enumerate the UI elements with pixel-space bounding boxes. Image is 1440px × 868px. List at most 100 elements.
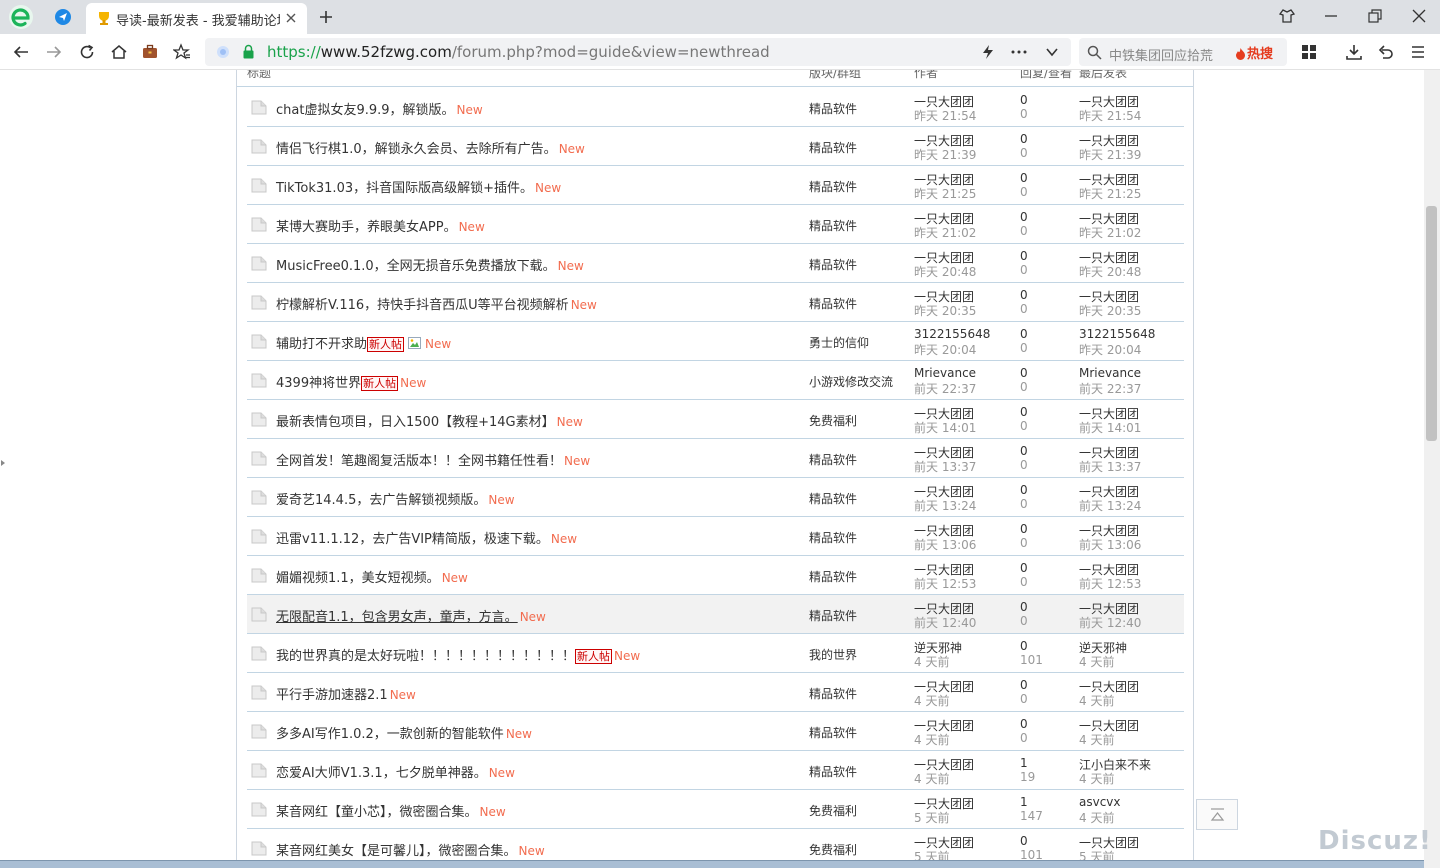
pinned-tab-icon[interactable] [52,7,74,27]
table-row[interactable]: 最新表情包项目，日入1500【教程+14G素材】 New 免费福利 一只大团团 前天 1… [247,400,1184,439]
thread-forum-link[interactable]: 精品软件 [809,529,857,546]
thread-forum-link[interactable]: 免费福利 [809,841,857,858]
thread-author[interactable]: Mrievance [914,366,976,380]
back-to-top-button[interactable] [1196,799,1238,830]
thread-title[interactable]: MusicFree0.1.0，全网无损音乐免费播放下载。 [276,259,556,274]
table-row[interactable]: 柠檬解析V.116，持快手抖音西瓜U等平台视频解析 New 精品软件 一只大团团 昨天 … [247,283,1184,322]
thread-title[interactable]: 某博大赛助手，养眼美女APP。 [276,220,457,235]
thread-title[interactable]: 平行手游加速器2.1 [276,688,388,703]
close-tab-icon[interactable] [284,11,298,25]
table-row[interactable]: 4399神将世界 新人帖 New 小游戏修改交流 Mrievance 前天 22:37 0 0… [247,361,1184,400]
last-post-time[interactable]: 4 天前 [1079,809,1114,826]
search-box[interactable]: 中铁集团回应拾荒 热搜 [1079,38,1287,66]
lightning-icon[interactable] [981,44,995,60]
thread-forum-link[interactable]: 精品软件 [809,100,857,117]
thread-forum-link[interactable]: 精品软件 [809,217,857,234]
scrollbar-thumb[interactable] [1426,206,1437,441]
menu-icon[interactable] [1409,43,1427,61]
table-row[interactable]: 我的世界真的是太好玩啦！！！！！！！！！！！！ 新人帖 New 我的世界 逆天邪神 4 天… [247,634,1184,673]
thread-title[interactable]: 无限配音1.1，包含男女声，童声，方言。 [276,610,518,625]
thread-forum-link[interactable]: 免费福利 [809,412,857,429]
table-row[interactable]: 情侣飞行棋1.0，解锁永久会员、去除所有广告。 New 精品软件 一只大团团 昨天 21… [247,127,1184,166]
site-info-icon[interactable] [216,45,230,59]
table-row[interactable]: 多多AI写作1.0.2，一款创新的智能软件 New 精品软件 一只大团团 4 天前 0 0 一… [247,712,1184,751]
thread-forum-link[interactable]: 精品软件 [809,763,857,780]
home-icon[interactable] [110,43,128,61]
last-post-time[interactable]: 前天 12:53 [1079,575,1141,592]
thread-title[interactable]: 4399神将世界 [276,376,361,391]
thread-title[interactable]: 某音网红【童小芯】，微密圈合集。 [276,805,478,820]
apps-grid-icon[interactable] [1300,43,1318,61]
table-row[interactable]: 恋爱AI大师V1.3.1，七夕脱单神器。 New 精品软件 一只大团团 4 天前 1 19 江… [247,751,1184,790]
back-icon[interactable] [12,43,30,61]
table-row[interactable]: 全网首发！笔趣阁复活版本！！全网书籍任性看！ New 精品软件 一只大团团 前天 13:… [247,439,1184,478]
more-options-icon[interactable] [1011,49,1027,55]
thread-forum-link[interactable]: 精品软件 [809,295,857,312]
forward-icon[interactable] [45,43,63,61]
table-row[interactable]: MusicFree0.1.0，全网无损音乐免费播放下载。 New 精品软件 一只大团团… [247,244,1184,283]
thread-forum-link[interactable]: 免费福利 [809,802,857,819]
thread-title[interactable]: 某音网红美女【是可馨儿】，微密圈合集。 [276,844,517,859]
last-post-user[interactable]: 3122155648 [1079,327,1155,341]
last-post-user[interactable]: Mrievance [1079,366,1141,380]
thread-title[interactable]: 辅助打不开求助 [276,337,367,352]
thread-title[interactable]: 情侣飞行棋1.0，解锁永久会员、去除所有广告。 [276,142,557,157]
table-row[interactable]: 媚媚视频1.1，美女短视频。 New 精品软件 一只大团团 前天 12:53 0 0 一只大团… [247,556,1184,595]
reload-icon[interactable] [78,43,96,61]
chevron-down-icon[interactable] [1045,46,1059,58]
last-post-time[interactable]: 前天 22:37 [1079,380,1141,397]
thread-title[interactable]: TikTok31.03，抖音国际版高级解锁+插件。 [276,181,533,196]
browser-logo-icon[interactable] [8,4,34,30]
table-row[interactable]: 辅助打不开求助 新人帖 New 勇士的信仰 3122155648 昨天 20:04 0 0 31… [247,322,1184,361]
bookmarks-star-icon[interactable] [173,43,191,61]
active-tab[interactable]: 导读-最新发表 - 我爱辅助论坛 [86,3,307,34]
thread-title[interactable]: 我的世界真的是太好玩啦！！！！！！！！！！！！ [276,649,575,664]
skin-icon[interactable] [1278,7,1296,25]
last-post-time[interactable]: 前天 13:37 [1079,458,1141,475]
table-row[interactable]: 无限配音1.1，包含男女声，童声，方言。 New 精品软件 一只大团团 前天 12:40… [247,595,1184,634]
thread-title[interactable]: 最新表情包项目，日入1500【教程+14G素材】 [276,415,555,430]
thread-forum-link[interactable]: 小游戏修改交流 [809,373,893,390]
table-row[interactable]: chat虚拟女友9.9.9，解锁版。 New 精品软件 一只大团团 昨天 21:54 0 0… [247,88,1184,127]
thread-forum-link[interactable]: 精品软件 [809,139,857,156]
thread-title[interactable]: 多多AI写作1.0.2，一款创新的智能软件 [276,727,504,742]
last-post-time[interactable]: 4 天前 [1079,653,1114,670]
sidebar-toggle-icon[interactable] [1,460,5,466]
address-bar[interactable]: https://www.52fzwg.com/forum.php?mod=gui… [205,38,1071,66]
table-row[interactable]: 爱奇艺14.4.5，去广告解锁视频版。 New 精品软件 一只大团团 前天 13:24 0… [247,478,1184,517]
last-post-time[interactable]: 昨天 20:35 [1079,302,1141,319]
thread-title[interactable]: 爱奇艺14.4.5，去广告解锁视频版。 [276,493,486,508]
thread-forum-link[interactable]: 精品软件 [809,490,857,507]
hot-search-link[interactable]: 热搜 [1235,43,1273,62]
last-post-time[interactable]: 昨天 20:04 [1079,341,1141,358]
last-post-user[interactable]: asvcvx [1079,795,1121,809]
table-row[interactable]: 某博大赛助手，养眼美女APP。 New 精品软件 一只大团团 昨天 21:02 0 0 一只大… [247,205,1184,244]
last-post-time[interactable]: 4 天前 [1079,770,1114,787]
vertical-scrollbar[interactable] [1424,70,1440,868]
thread-forum-link[interactable]: 精品软件 [809,607,857,624]
thread-forum-link[interactable]: 精品软件 [809,256,857,273]
thread-forum-link[interactable]: 我的世界 [809,646,857,663]
restore-icon[interactable] [1366,7,1384,25]
close-window-icon[interactable] [1410,7,1428,25]
thread-forum-link[interactable]: 精品软件 [809,724,857,741]
thread-title[interactable]: 全网首发！笔趣阁复活版本！！全网书籍任性看！ [276,454,562,469]
download-icon[interactable] [1345,43,1363,61]
last-post-time[interactable]: 昨天 21:25 [1079,185,1141,202]
last-post-time[interactable]: 前天 14:01 [1079,419,1141,436]
thread-forum-link[interactable]: 精品软件 [809,451,857,468]
last-post-time[interactable]: 4 天前 [1079,731,1114,748]
minimize-icon[interactable] [1322,7,1340,25]
thread-forum-link[interactable]: 精品软件 [809,685,857,702]
table-row[interactable]: 平行手游加速器2.1 New 精品软件 一只大团团 4 天前 0 0 一只大团团 4 天前 [247,673,1184,712]
thread-forum-link[interactable]: 勇士的信仰 [809,334,869,351]
table-row[interactable]: TikTok31.03，抖音国际版高级解锁+插件。 New 精品软件 一只大团团 昨天 … [247,166,1184,205]
undo-icon[interactable] [1377,43,1395,61]
thread-title[interactable]: 恋爱AI大师V1.3.1，七夕脱单神器。 [276,766,487,781]
last-post-time[interactable]: 昨天 21:02 [1079,224,1141,241]
last-post-time[interactable]: 昨天 20:48 [1079,263,1141,280]
thread-title[interactable]: chat虚拟女友9.9.9，解锁版。 [276,103,455,118]
table-row[interactable]: 某音网红【童小芯】，微密圈合集。 New 免费福利 一只大团团 5 天前 1 147 asvc… [247,790,1184,829]
thread-forum-link[interactable]: 精品软件 [809,178,857,195]
last-post-time[interactable]: 前天 13:06 [1079,536,1141,553]
